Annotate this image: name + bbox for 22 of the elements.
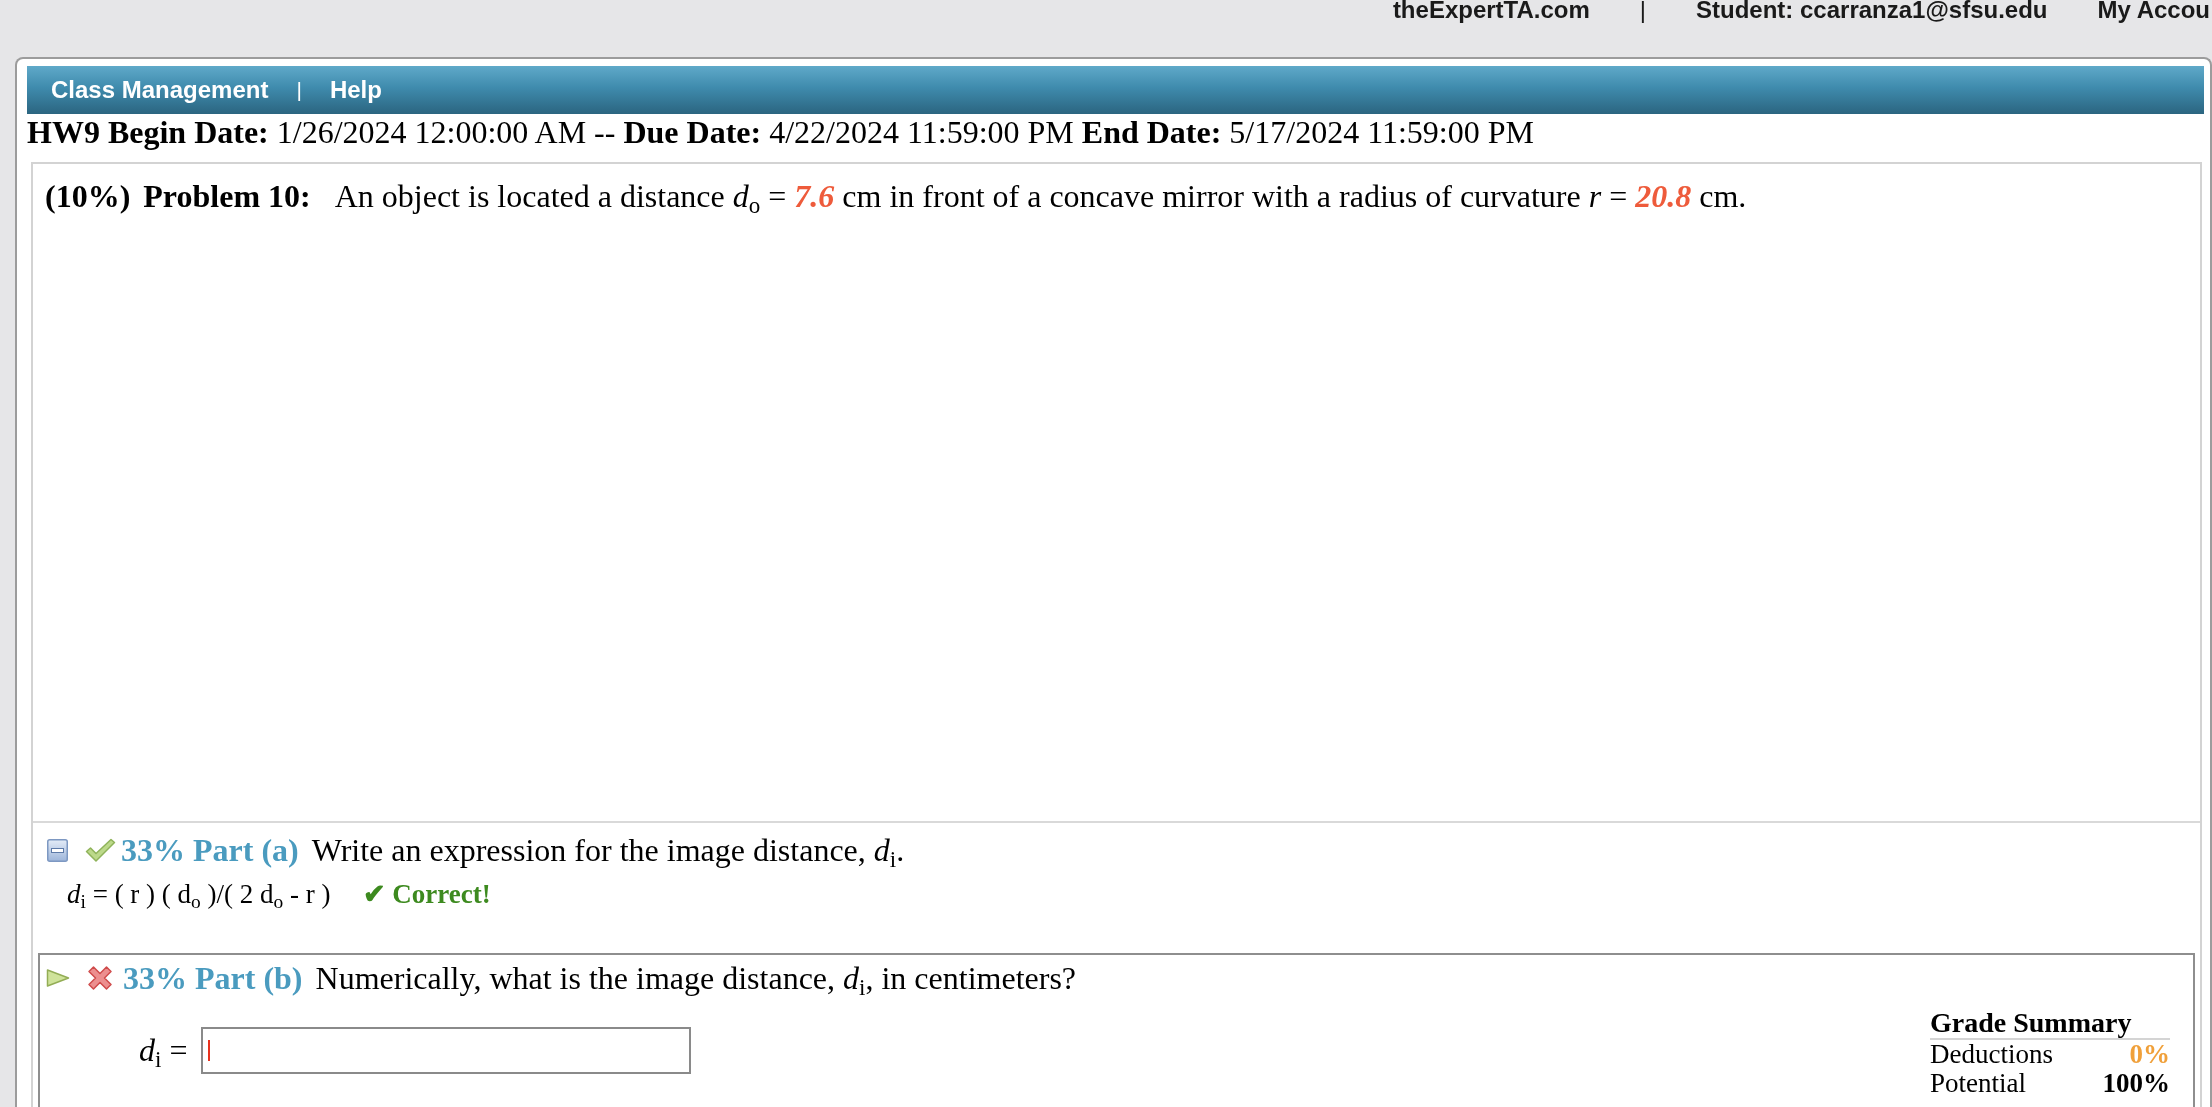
- problem-statement: An object is located a distance d$_{o}$ = 7.6 cm in front of a concave mirror with a radius of curvature r = 20.8 cm.: [334, 178, 1747, 214]
- part-heading: 33% Part (b): [123, 959, 303, 997]
- feedback-text: ✔ Correct!: [362, 878, 491, 910]
- nav-separator: |: [296, 78, 302, 102]
- summary-value: 100%: [2102, 1069, 2170, 1098]
- summary-value: 0%: [2128, 1040, 2170, 1069]
- part-question: Numerically, what is the image distance, d$_{i}$, in centimeters?: [315, 959, 1077, 997]
- answer-label: d$_{i}$ =: [139, 1032, 188, 1069]
- summary-label: Potential: [1930, 1069, 2027, 1098]
- problem-title: Problem 10:: [143, 178, 311, 214]
- nav-link[interactable]: Class Management: [51, 76, 269, 104]
- answer-expression: d$_{i}$ = ( r ) ( d$_{o}$ )/( 2 d$_{o}$ - r ): [67, 878, 331, 910]
- play-icon[interactable]: [46, 968, 70, 988]
- nav-link[interactable]: Help: [329, 76, 382, 104]
- assignment-dates: HW9 Begin Date: 1/26/2024 12:00:00 AM -- Due Date: 4/22/2024 11:59:00 PM End Date: 5/17/2024 11:59:00 PM: [27, 114, 1535, 150]
- answer-field[interactable]: [201, 1027, 692, 1074]
- summary-title: Grade Summary: [1930, 1008, 2170, 1040]
- part-heading: 33% Part (a): [121, 831, 299, 869]
- minus-box-icon[interactable]: [47, 838, 68, 862]
- part-question: Write an expression for the image distance, d$_{i}$.: [311, 831, 905, 869]
- problem-weight: (10%): [45, 178, 131, 214]
- summary-label: Deductions: [1930, 1040, 2054, 1069]
